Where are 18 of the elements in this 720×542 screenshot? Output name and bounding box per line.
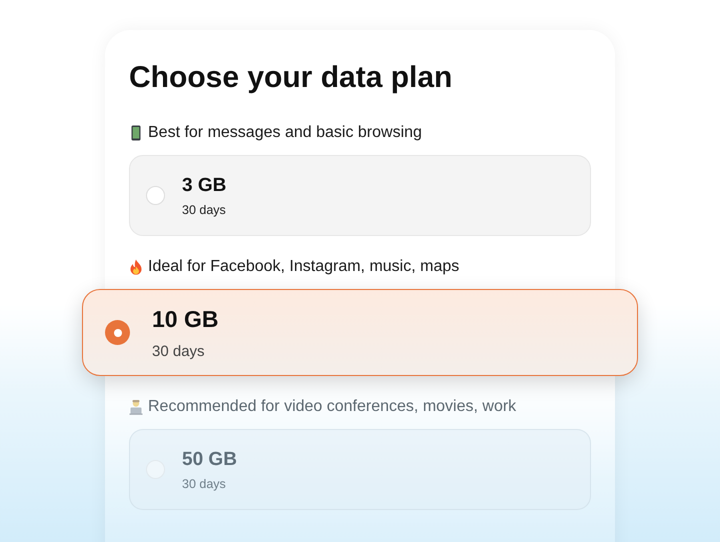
person-laptop-icon	[129, 399, 143, 415]
plan-size: 50 GB	[182, 448, 237, 470]
plan-duration: 30 days	[182, 202, 226, 216]
page-title: Choose your data plan	[129, 60, 454, 96]
plan-option[interactable]: 3 GB 30 days	[129, 155, 591, 236]
plan-caption: Best for messages and basic browsing	[148, 124, 422, 142]
plan-caption: Recommended for video conferences, movies, work	[148, 398, 516, 416]
radio-button[interactable]	[105, 320, 130, 345]
plan-duration: 30 days	[182, 476, 227, 490]
phone-icon	[129, 125, 143, 141]
plan-duration: 30 days	[152, 342, 206, 360]
plan-caption: Ideal for Facebook, Instagram, music, maps	[148, 258, 460, 276]
plan-size: 3 GB	[182, 174, 226, 196]
radio-button[interactable]	[146, 186, 165, 205]
plan-option[interactable]: 50 GB 30 days	[129, 429, 591, 510]
plan-size: 10 GB	[152, 306, 218, 332]
fire-icon	[129, 259, 143, 275]
plan-option[interactable]: 10 GB 30 days	[82, 289, 638, 376]
